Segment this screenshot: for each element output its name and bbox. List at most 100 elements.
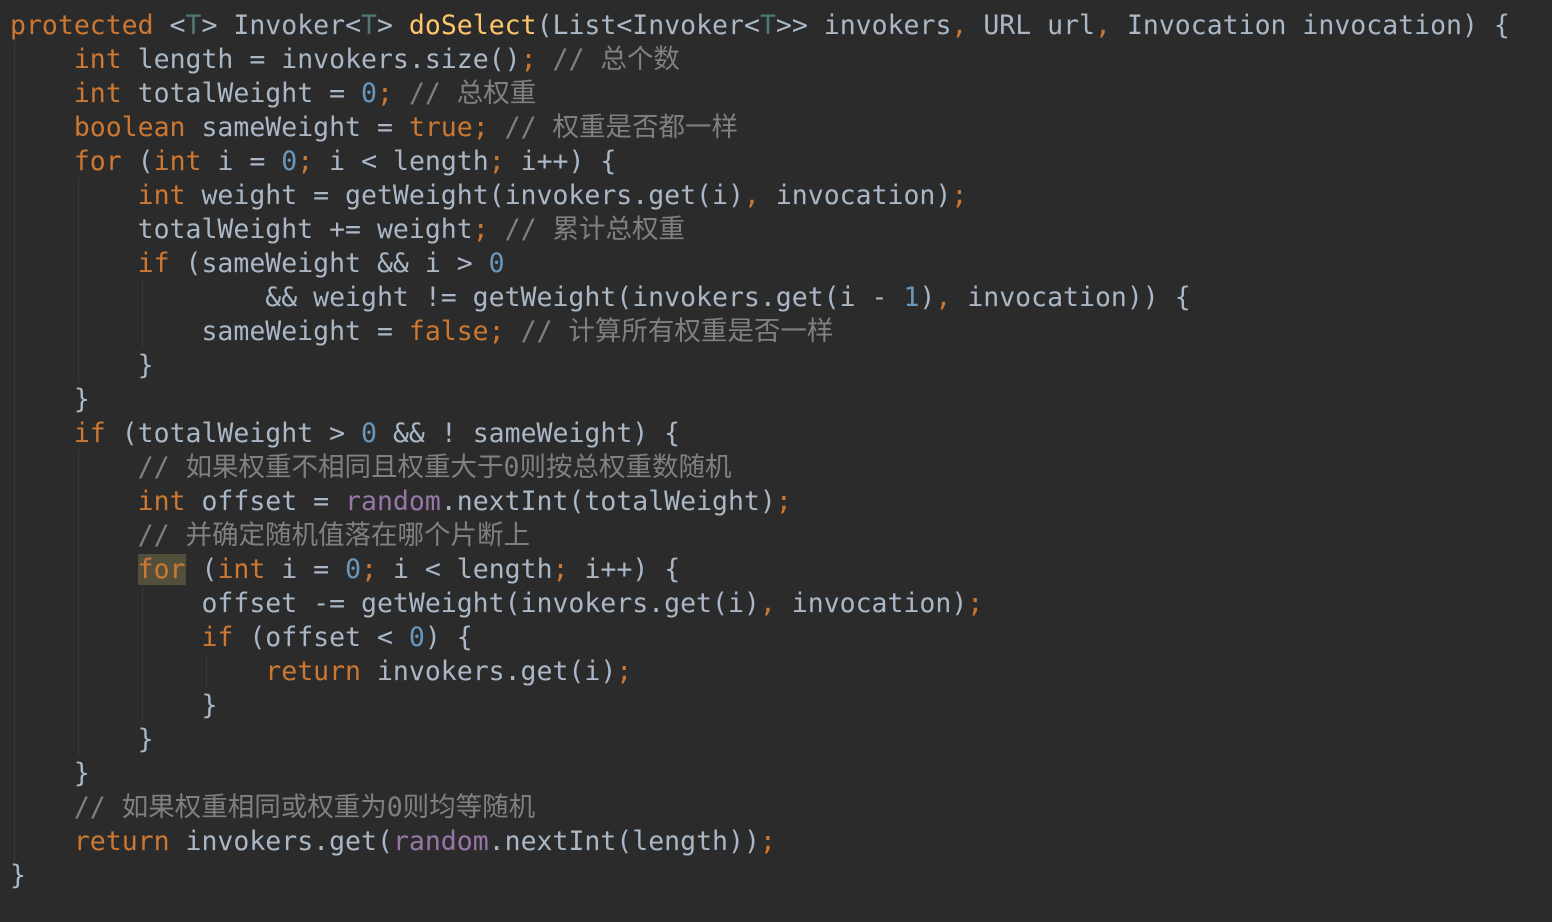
code-token: && weight != getWeight(invokers.get(i - bbox=[10, 282, 904, 313]
code-line[interactable]: if (totalWeight > 0 && ! sameWeight) { bbox=[10, 417, 1510, 451]
code-line[interactable]: protected <T> Invoker<T> doSelect(List<I… bbox=[10, 9, 1510, 43]
code-line[interactable]: offset -= getWeight(invokers.get(i), inv… bbox=[10, 587, 1510, 621]
code-token: (offset < bbox=[233, 622, 409, 653]
code-token: return bbox=[265, 656, 362, 687]
code-token: , bbox=[743, 180, 760, 211]
code-token: random bbox=[345, 486, 441, 517]
code-token: } bbox=[10, 350, 154, 381]
code-token: ) { bbox=[424, 622, 473, 653]
code-line[interactable]: } bbox=[10, 757, 1510, 791]
code-token: offset -= getWeight(invokers.get(i) bbox=[10, 588, 760, 619]
code-token: (List<Invoker< bbox=[536, 10, 760, 41]
code-token: ; bbox=[552, 554, 569, 585]
code-token: .nextInt(totalWeight) bbox=[440, 486, 776, 517]
code-token: , bbox=[951, 10, 968, 41]
code-token: doSelect bbox=[408, 10, 537, 41]
code-token: } bbox=[10, 724, 154, 755]
code-line[interactable]: && weight != getWeight(invokers.get(i - … bbox=[10, 281, 1510, 315]
code-token: totalWeight = bbox=[121, 78, 362, 109]
code-line[interactable]: for (int i = 0; i < length; i++) { bbox=[10, 145, 1510, 179]
code-line[interactable]: } bbox=[10, 689, 1510, 723]
code-token: int bbox=[73, 44, 122, 75]
code-token: ; bbox=[775, 486, 792, 517]
code-token: // 如果权重不相同且权重大于0则按总权重数随机 bbox=[137, 452, 732, 483]
code-editor[interactable]: protected <T> Invoker<T> doSelect(List<I… bbox=[0, 0, 1552, 922]
code-token: ( bbox=[185, 554, 218, 585]
code-line[interactable]: boolean sameWeight = true; // 权重是否都一样 bbox=[10, 111, 1510, 145]
code-token: boolean bbox=[73, 112, 186, 143]
code-token: int bbox=[73, 78, 122, 109]
code-line[interactable]: if (offset < 0) { bbox=[10, 621, 1510, 655]
code-token: i = bbox=[201, 146, 282, 177]
code-token: 0 bbox=[345, 554, 362, 585]
code-line[interactable]: int weight = getWeight(invokers.get(i), … bbox=[10, 179, 1510, 213]
code-line[interactable]: } bbox=[10, 383, 1510, 417]
code-token: T bbox=[759, 10, 776, 41]
code-token: , bbox=[935, 282, 952, 313]
code-token: ; bbox=[488, 146, 505, 177]
code-token: Invocation invocation) { bbox=[1110, 10, 1510, 41]
code-token: invokers.get(i) bbox=[361, 656, 617, 687]
code-token: int bbox=[137, 180, 186, 211]
code-line[interactable]: int totalWeight = 0; // 总权重 bbox=[10, 77, 1510, 111]
code-token: weight = getWeight(invokers.get(i) bbox=[185, 180, 744, 211]
code-token: return bbox=[73, 826, 170, 857]
code-line[interactable]: totalWeight += weight; // 累计总权重 bbox=[10, 213, 1510, 247]
code-line[interactable]: // 如果权重不相同且权重大于0则按总权重数随机 bbox=[10, 451, 1510, 485]
code-line[interactable]: } bbox=[10, 859, 1510, 893]
code-token: // 计算所有权重是否一样 bbox=[520, 316, 834, 347]
code-token: random bbox=[392, 826, 489, 857]
code-token: ; bbox=[361, 554, 378, 585]
code-token: 0 bbox=[408, 622, 425, 653]
code-token: true; bbox=[408, 112, 489, 143]
code-line[interactable]: } bbox=[10, 723, 1510, 757]
code-token: 0 bbox=[361, 78, 377, 109]
code-token: ; bbox=[951, 180, 968, 211]
code-token: offset = bbox=[185, 486, 346, 517]
code-line[interactable]: if (sameWeight && i > 0 bbox=[10, 247, 1510, 281]
code-token: i < length bbox=[377, 554, 553, 585]
code-line[interactable]: // 并确定随机值落在哪个片断上 bbox=[10, 519, 1510, 553]
code-token: ; bbox=[759, 826, 776, 857]
code-token: ; bbox=[472, 214, 489, 245]
code-token: > Invoker< bbox=[201, 10, 362, 41]
code-token: ; bbox=[520, 44, 537, 75]
code-token: i < length bbox=[313, 146, 489, 177]
code-token: // 权重是否都一样 bbox=[504, 112, 739, 143]
code-token: 0 bbox=[361, 418, 377, 449]
code-token: if bbox=[137, 248, 170, 279]
code-token: int bbox=[217, 554, 266, 585]
code-token: } bbox=[10, 758, 90, 789]
code-token: // 并确定随机值落在哪个片断上 bbox=[137, 520, 531, 551]
code-line[interactable]: return invokers.get(i); bbox=[10, 655, 1510, 689]
code-token: ) bbox=[919, 282, 936, 313]
code-line[interactable]: } bbox=[10, 349, 1510, 383]
code-token: i++) { bbox=[504, 146, 617, 177]
code-token: invocation) bbox=[759, 180, 952, 211]
code-token: } bbox=[10, 690, 218, 721]
code-line[interactable]: for (int i = 0; i < length; i++) { bbox=[10, 553, 1510, 587]
code-token: (totalWeight > bbox=[105, 418, 362, 449]
code-line[interactable]: int offset = random.nextInt(totalWeight)… bbox=[10, 485, 1510, 519]
code-line[interactable]: sameWeight = false; // 计算所有权重是否一样 bbox=[10, 315, 1510, 349]
code-line[interactable]: // 如果权重相同或权重为0则均等随机 bbox=[10, 791, 1510, 825]
code-line[interactable]: return invokers.get(random.nextInt(lengt… bbox=[10, 825, 1510, 859]
code-text-area[interactable]: protected <T> Invoker<T> doSelect(List<I… bbox=[10, 9, 1510, 893]
code-token: ; bbox=[297, 146, 314, 177]
code-token: for bbox=[73, 146, 122, 177]
code-line[interactable]: int length = invokers.size(); // 总个数 bbox=[10, 43, 1510, 77]
